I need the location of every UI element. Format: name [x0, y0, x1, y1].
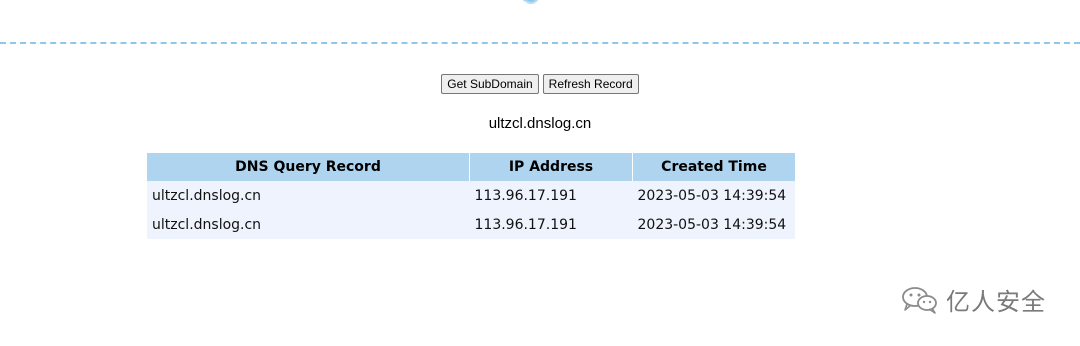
page: Get SubDomain Refresh Record ultzcl.dnsl… — [0, 0, 1080, 346]
cell-created-time: 2023-05-03 14:39:54 — [632, 210, 795, 239]
get-subdomain-button[interactable]: Get SubDomain — [441, 74, 539, 94]
cell-dns-query-record: ultzcl.dnslog.cn — [147, 210, 470, 239]
header-ip-address: IP Address — [469, 153, 633, 181]
cell-created-time: 2023-05-03 14:39:54 — [632, 181, 795, 210]
watermark: 亿人安全 — [900, 282, 1046, 317]
watermark-text: 亿人安全 — [946, 288, 1046, 316]
subdomain-text: ultzcl.dnslog.cn — [488, 115, 592, 132]
table-row: ultzcl.dnslog.cn 113.96.17.191 2023-05-0… — [147, 181, 795, 210]
table-header-row: DNS Query Record IP Address Created Time — [147, 153, 795, 181]
cell-ip-address: 113.96.17.191 — [469, 210, 633, 239]
dns-records-table: DNS Query Record IP Address Created Time… — [147, 153, 795, 239]
cell-ip-address: 113.96.17.191 — [469, 181, 633, 210]
header-dns-query-record: DNS Query Record — [147, 153, 470, 181]
button-row: Get SubDomain Refresh Record — [0, 74, 1080, 94]
table-row: ultzcl.dnslog.cn 113.96.17.191 2023-05-0… — [147, 210, 795, 239]
header-created-time: Created Time — [632, 153, 795, 181]
logo-fragment-icon — [523, 0, 539, 5]
cell-dns-query-record: ultzcl.dnslog.cn — [147, 181, 470, 210]
dashed-divider — [0, 42, 1080, 44]
wechat-icon — [902, 286, 937, 314]
refresh-record-button[interactable]: Refresh Record — [542, 74, 639, 94]
